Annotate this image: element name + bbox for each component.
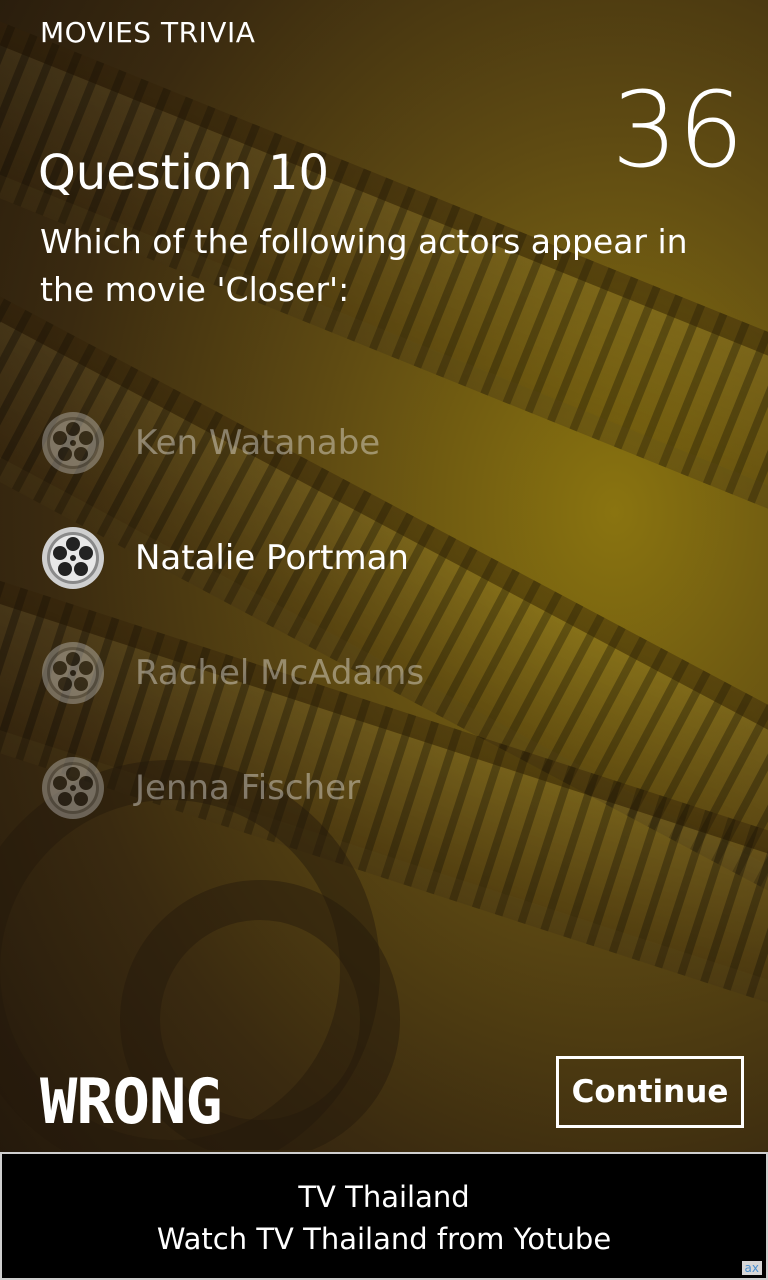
answer-option-3[interactable]: Rachel McAdams — [40, 640, 424, 706]
ad-banner[interactable]: TV Thailand Watch TV Thailand from Yotub… — [0, 1152, 768, 1280]
ad-title: TV Thailand — [298, 1180, 470, 1214]
answer-option-1[interactable]: Ken Watanabe — [40, 410, 424, 476]
answer-option-label: Jenna Fischer — [135, 768, 361, 808]
answer-option-2[interactable]: Natalie Portman — [40, 525, 424, 591]
ad-subtitle: Watch TV Thailand from Yotube — [156, 1222, 612, 1256]
app-title: MOVIES TRIVIA — [40, 16, 256, 49]
continue-button[interactable]: Continue — [556, 1056, 744, 1128]
countdown-timer: 36 — [611, 69, 744, 191]
ad-badge: ax — [741, 1261, 762, 1275]
film-reel-icon — [42, 642, 104, 704]
answer-option-label: Natalie Portman — [135, 538, 409, 578]
film-reel-icon — [42, 527, 104, 589]
question-text: Which of the following actors appear in … — [40, 222, 688, 309]
question-number: Question 10 — [38, 145, 330, 201]
answer-option-label: Rachel McAdams — [135, 653, 425, 693]
film-reel-icon — [42, 412, 104, 474]
answer-options: Ken Watanabe Natalie Portman Rachel McAd… — [40, 410, 424, 870]
answer-option-label: Ken Watanabe — [135, 423, 381, 463]
film-reel-icon — [42, 757, 104, 819]
result-label: WRONG — [40, 1065, 223, 1138]
answer-option-4[interactable]: Jenna Fischer — [40, 755, 424, 821]
